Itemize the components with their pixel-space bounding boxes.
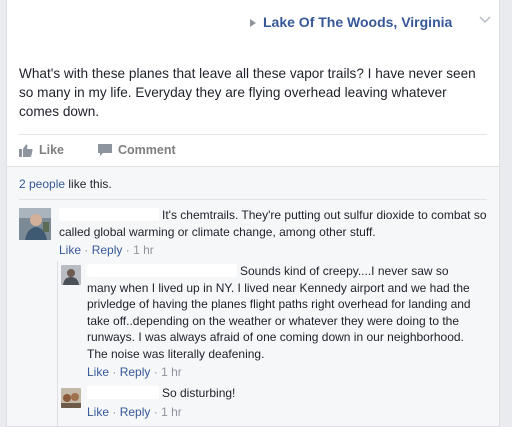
reply-time[interactable]: 1 hr (161, 405, 182, 419)
comment-label: Comment (118, 143, 176, 157)
reply-thread-line (57, 261, 58, 426)
reply-reply-link[interactable]: Reply (120, 405, 151, 419)
meta-separator: · (112, 365, 117, 379)
post-card: Lake Of The Woods, Virginia What's with … (6, 0, 500, 427)
location-arrow-icon (250, 18, 256, 27)
avatar-photo-icon (19, 208, 51, 240)
likers-link[interactable]: 2 people (19, 177, 65, 191)
replier-name-redacted[interactable] (87, 386, 159, 399)
reply: Sounds kind of creepy....I never saw so … (87, 263, 473, 381)
like-label: Like (39, 143, 65, 157)
reply-meta: Like · Reply · 1 hr (87, 404, 473, 421)
likes-suffix: like this. (65, 177, 112, 191)
reply-text: So disturbing! (162, 386, 236, 400)
comment-meta: Like · Reply · 1 hr (59, 242, 491, 259)
comment-bubble-icon (98, 143, 113, 156)
comment-time[interactable]: 1 hr (133, 243, 154, 257)
meta-separator: · (112, 404, 117, 419)
comment-like-link[interactable]: Like (59, 243, 81, 257)
chevron-down-icon[interactable] (479, 14, 491, 26)
reply-like-link[interactable]: Like (87, 365, 109, 379)
comment: It's chemtrails. They're putting out sul… (59, 207, 491, 259)
commenter-avatar[interactable] (19, 208, 51, 240)
like-button[interactable]: Like (19, 143, 64, 157)
meta-separator: · (153, 404, 158, 419)
reply-text: Sounds kind of creepy....I never saw so … (87, 264, 471, 361)
location-label[interactable]: Lake Of The Woods, Virginia (263, 14, 452, 30)
comment-reply-link[interactable]: Reply (92, 243, 123, 257)
meta-separator: · (125, 243, 130, 257)
location-link[interactable]: Lake Of The Woods, Virginia (250, 14, 452, 30)
thumbs-up-icon (19, 144, 33, 157)
avatar-photo-icon (61, 265, 81, 285)
replier-avatar[interactable] (61, 388, 81, 408)
meta-separator: · (153, 365, 158, 379)
post-text: What's with these planes that leave all … (19, 66, 476, 119)
comment-button[interactable]: Comment (98, 143, 176, 157)
meta-separator: · (84, 243, 89, 257)
reply-like-link[interactable]: Like (87, 405, 109, 419)
reply-reply-link[interactable]: Reply (120, 365, 151, 379)
reply-time[interactable]: 1 hr (161, 365, 182, 379)
replier-avatar[interactable] (61, 265, 81, 285)
avatar-photo-icon (61, 388, 81, 408)
divider (19, 134, 487, 135)
post-actions: Like Comment (19, 143, 176, 157)
reply-meta: Like · Reply · 1 hr (87, 364, 473, 381)
reply: So disturbing! Like · Reply · 1 hr (87, 385, 473, 420)
divider (19, 199, 487, 200)
commenter-name-redacted[interactable] (59, 208, 159, 221)
replier-name-redacted[interactable] (87, 264, 237, 277)
likes-summary: 2 people like this. (19, 177, 112, 191)
